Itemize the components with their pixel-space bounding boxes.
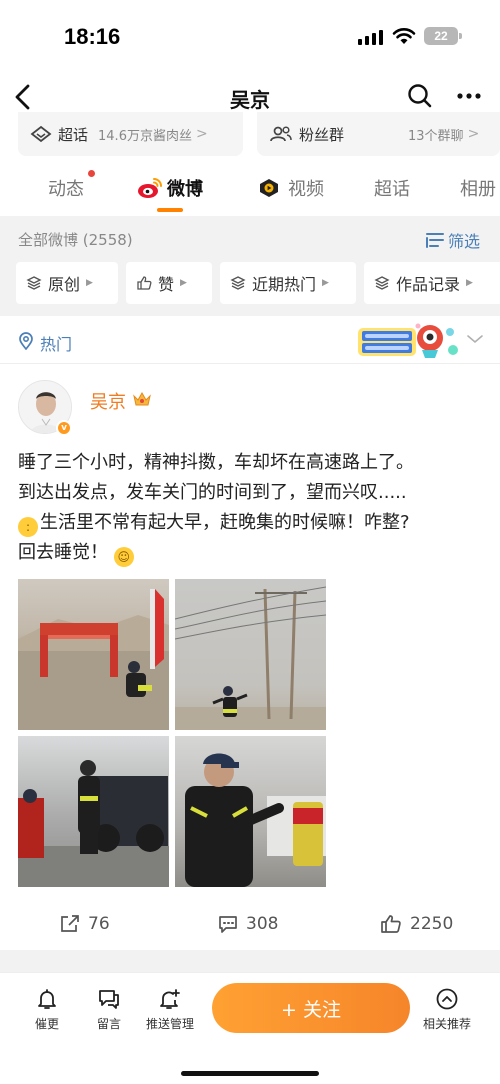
urge-update-button[interactable]: 催更 (16, 987, 78, 1032)
chevron-right-icon: > (467, 126, 480, 142)
chevron-down-icon[interactable] (466, 332, 484, 346)
battery-tip (459, 33, 462, 39)
chip-label: 粉丝群 (299, 125, 345, 144)
photo-power-lines[interactable] (175, 579, 326, 730)
tab-supertopic[interactable]: 超话 (374, 175, 410, 201)
layers-icon (26, 275, 42, 291)
bottom-item-label: 留言 (96, 1017, 121, 1031)
grimace-emoji-icon: : (18, 517, 38, 537)
bottom-item-label: 相关推荐 (422, 1017, 471, 1031)
caret-right-icon: ▶ (180, 278, 187, 288)
share-icon (61, 915, 79, 932)
pill-label: 赞 (158, 275, 175, 294)
all-weibo-count: 全部微博 (2558) (18, 231, 133, 249)
filter-button[interactable]: 筛选 (426, 228, 480, 252)
caret-right-icon: ▶ (322, 278, 329, 288)
filter-recent-hot[interactable]: 近期热门 ▶ (220, 262, 356, 304)
push-settings-button[interactable]: 推送管理 (139, 987, 201, 1032)
chevron-circle-up-icon (436, 988, 458, 1010)
layers-icon (230, 275, 246, 291)
caret-right-icon: ▶ (86, 278, 93, 288)
more-icon[interactable] (454, 82, 484, 110)
status-bar: 18:16 22 (0, 0, 500, 72)
bell-plus-icon (160, 989, 180, 1009)
caret-right-icon: ▶ (466, 278, 473, 288)
post-text: 睡了三个小时，精神抖擞，车却坏在高速路上了。 到达出发点，发车关门的时间到了，望… (18, 448, 488, 568)
verified-badge-icon: v (56, 420, 72, 436)
like-button[interactable]: 2250 (380, 914, 453, 934)
post-actions: 76 308 2250 (0, 906, 500, 946)
post-text-line: 生活里不常有起大早，赶晚集的时候嘛！咋整? (40, 512, 410, 533)
active-tab-indicator (157, 208, 183, 212)
cellular-signal-icon (358, 30, 383, 45)
like-count: 2250 (410, 914, 454, 934)
follow-button[interactable]: + 关注 (212, 983, 410, 1033)
bottom-action-bar: 催更 留言 推送管理 + 关注 相关推荐 (0, 972, 500, 1084)
photo-rally-start-arch[interactable] (18, 579, 169, 730)
chip-sub: 13个群聊 (408, 128, 464, 144)
profile-chips: 超话 14.6万京酱肉丝 > 粉丝群 13个群聊 > (0, 112, 500, 158)
repost-button[interactable]: 76 (60, 914, 110, 934)
diamond-icon (30, 125, 52, 143)
profile-tabs: 动态 微博 视频 超话 相册 (0, 166, 500, 214)
post-text-line-wrapper: : 生活里不常有起大早，赶晚集的时候嘛！咋整? (18, 508, 488, 538)
pill-label: 原创 (48, 275, 81, 294)
grin-emoji-icon: ☺ (113, 547, 134, 567)
photo-team-by-car[interactable] (18, 736, 169, 887)
status-time: 18:16 (64, 24, 121, 49)
hot-section-header[interactable]: 热门 (0, 318, 500, 364)
thumbs-up-icon (381, 915, 401, 933)
bell-icon (38, 989, 56, 1009)
home-indicator (181, 1071, 319, 1076)
tab-dynamics[interactable]: 动态 (48, 175, 84, 201)
related-recommendations-button[interactable]: 相关推荐 (416, 987, 478, 1032)
battery-icon: 22 (424, 27, 458, 45)
author-name[interactable]: 吴京 (90, 388, 126, 414)
comment-button[interactable]: 308 (218, 914, 278, 934)
post-text-line: 回去睡觉！ (18, 542, 108, 563)
filter-works[interactable]: 作品记录 ▶ (364, 262, 500, 304)
post-text-line: 睡了三个小时，精神抖擞，车却坏在高速路上了。 (18, 452, 414, 473)
group-icon (270, 126, 292, 142)
layers-icon (374, 275, 390, 291)
promo-banner-icon[interactable] (356, 320, 462, 362)
photo-grid (18, 579, 326, 887)
section-divider (0, 950, 500, 972)
comment-icon (219, 916, 237, 933)
tab-weibo[interactable]: 微博 (167, 175, 203, 201)
bottom-item-label: 催更 (34, 1017, 59, 1031)
crown-icon (133, 391, 151, 406)
comment-count: 308 (246, 914, 279, 934)
chip-label: 超话 (58, 125, 89, 144)
bottom-item-label: 推送管理 (145, 1017, 194, 1031)
chat-icon (99, 990, 119, 1009)
notification-dot (88, 170, 95, 177)
weibo-logo-icon (138, 178, 162, 198)
wifi-icon (392, 28, 416, 44)
tab-video[interactable]: 视频 (288, 175, 324, 201)
pill-label: 作品记录 (396, 275, 461, 294)
filter-original[interactable]: 原创 ▶ (16, 262, 118, 304)
location-pin-icon (19, 332, 33, 350)
weibo-post: v 吴京 睡了三个小时，精神抖擞，车却坏在高速路上了。 到达出发点，发车关门的时… (0, 366, 500, 950)
post-text-line-wrapper: 回去睡觉！ ☺ (18, 538, 488, 568)
repost-count: 76 (88, 914, 110, 934)
video-icon (260, 179, 278, 197)
hot-label: 热门 (40, 335, 73, 354)
chevron-right-icon: > (195, 126, 208, 142)
message-button[interactable]: 留言 (78, 987, 140, 1032)
filter-liked[interactable]: 赞 ▶ (126, 262, 212, 304)
filter-icon (426, 233, 444, 248)
chip-sub: 14.6万京酱肉丝 (98, 128, 192, 144)
search-icon[interactable] (406, 82, 434, 110)
tab-album[interactable]: 相册 (460, 175, 496, 201)
filter-area: 全部微博 (2558) 筛选 原创 ▶ 赞 ▶ 近期热门 ▶ 作品记录 ▶ (0, 216, 500, 316)
filter-label: 筛选 (448, 232, 481, 251)
fan-group-chip[interactable]: 粉丝群 13个群聊 > (257, 112, 500, 156)
thumbs-up-icon (136, 275, 152, 291)
pill-label: 近期热门 (252, 275, 317, 294)
post-text-line: 到达出发点，发车关门的时间到了，望而兴叹..... (18, 482, 407, 503)
supertopic-chip[interactable]: 超话 14.6万京酱肉丝 > (18, 112, 243, 156)
photo-portrait-cap[interactable] (175, 736, 326, 887)
